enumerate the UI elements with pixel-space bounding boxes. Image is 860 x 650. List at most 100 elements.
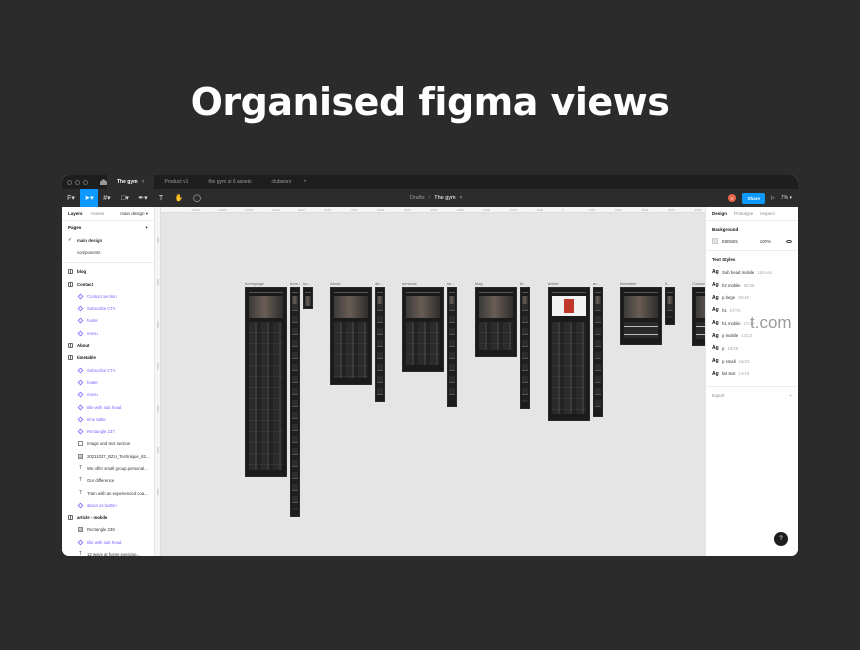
window-controls[interactable] (67, 179, 88, 185)
artboard-frame[interactable] (692, 287, 705, 346)
frame-label[interactable]: ab... (375, 281, 387, 286)
page-selector[interactable]: main design ▾ (120, 211, 148, 217)
tab-inspect[interactable]: Inspect (760, 211, 775, 216)
breadcrumb-file[interactable]: The gym (434, 195, 455, 201)
artboard-frame[interactable] (593, 287, 603, 417)
layer-item[interactable]: blog (62, 266, 154, 278)
layer-item[interactable]: footer (62, 376, 154, 388)
artboard-frame[interactable] (447, 287, 457, 407)
text-style-item[interactable]: Ag p 16/28 (706, 342, 798, 355)
text-style-item[interactable]: Ag p small 16/23 (706, 355, 798, 368)
frame-tool-icon[interactable]: #▾ (98, 189, 116, 207)
layer-item[interactable]: timetable (62, 352, 154, 364)
add-export-icon[interactable]: + (789, 393, 792, 398)
layer-item[interactable]: T 12 ways at home exercise... (62, 548, 154, 556)
layer-item[interactable]: Rectangle 237 (62, 425, 154, 437)
artboard-frame[interactable] (330, 287, 372, 385)
layer-item[interactable]: footer (62, 315, 154, 327)
frame-label[interactable]: ar... (593, 281, 605, 286)
layer-item[interactable]: Subscribe CTA (62, 302, 154, 314)
tab-prototype[interactable]: Prototype (734, 211, 753, 216)
breadcrumb-drafts[interactable]: Drafts (410, 195, 425, 201)
background-swatch[interactable] (712, 238, 718, 244)
artboard-frame[interactable] (665, 287, 675, 325)
frame-label[interactable]: homepage (245, 281, 289, 286)
help-button[interactable]: ? (774, 532, 788, 546)
frame-label[interactable]: ho... (303, 281, 315, 286)
canvas[interactable]: -13500 -12000 -11000 -10000 -9000 -8000 -7500-… (155, 207, 705, 556)
artboard-frame[interactable] (520, 287, 530, 409)
layer-item[interactable]: T We offer small group personal... (62, 462, 154, 474)
layer-item[interactable]: 20211027_BZU_Technique_82... (62, 450, 154, 462)
frame-label[interactable]: Contact (692, 281, 705, 286)
artboard-frame[interactable] (375, 287, 385, 402)
pen-tool-icon[interactable]: ✒▾ (134, 189, 152, 207)
move-tool-icon[interactable]: ➤▾ (80, 189, 98, 207)
frame-label[interactable]: se... (447, 281, 459, 286)
frame-label[interactable]: bl... (520, 281, 532, 286)
frame-label[interactable]: hom... (290, 281, 302, 286)
layer-item[interactable]: About (62, 339, 154, 351)
text-style-item[interactable]: Ag h2 mobile 60/38 (706, 279, 798, 292)
layer-item[interactable]: menu (62, 389, 154, 401)
background-row[interactable]: E5E5E5 100% (706, 236, 798, 251)
tab-layers[interactable]: Layers (68, 211, 83, 216)
background-opacity[interactable]: 100% (760, 239, 771, 244)
tab-design[interactable]: Design (712, 211, 727, 216)
page-item[interactable]: components (62, 246, 154, 258)
share-button[interactable]: Share (742, 192, 765, 204)
export-section[interactable]: Export + (706, 386, 798, 404)
layer-item[interactable]: title with sub head (62, 536, 154, 548)
tab-the-gym[interactable]: The gym × (107, 175, 155, 189)
tab-product-v1[interactable]: Product v1 (154, 175, 198, 189)
tab-gym-ui-assets[interactable]: the gym ui 6 assets (198, 175, 261, 189)
main-menu-icon[interactable]: F▾ (62, 189, 80, 207)
frame-label[interactable]: ti... (665, 281, 677, 286)
tab-assets[interactable]: Assets (91, 211, 105, 216)
layer-item[interactable]: Contact (62, 278, 154, 290)
frame-label[interactable]: article (548, 281, 592, 286)
comment-tool-icon[interactable]: ◯ (188, 189, 206, 207)
frame-label[interactable]: About (330, 281, 374, 286)
hand-tool-icon[interactable]: ✋ (170, 189, 188, 207)
layer-item[interactable]: menu (62, 327, 154, 339)
layer-item[interactable]: T Our difference (62, 475, 154, 487)
artboard-frame[interactable] (245, 287, 287, 477)
present-icon[interactable]: ▷ (771, 195, 775, 201)
tab-clubworx[interactable]: clubworx (261, 175, 301, 189)
layer-item[interactable]: Contact section (62, 290, 154, 302)
frame-label[interactable]: services (402, 281, 446, 286)
new-tab-icon[interactable]: + (303, 179, 307, 185)
avatar[interactable]: E (728, 194, 737, 202)
page-item[interactable]: ✓ main design (62, 234, 154, 246)
layer-item[interactable]: title with sub head (62, 401, 154, 413)
frame-label[interactable]: blog (475, 281, 519, 286)
layer-item[interactable]: Rectangle 238 (62, 524, 154, 536)
shape-tool-icon[interactable]: □▾ (116, 189, 134, 207)
home-icon[interactable] (100, 179, 107, 185)
text-style-item[interactable]: Ag list text 14/18 (706, 368, 798, 381)
layer-item[interactable]: about us button (62, 499, 154, 511)
artboard-frame[interactable] (290, 287, 300, 517)
zoom-level[interactable]: 7% ▾ (781, 195, 792, 201)
background-hex[interactable]: E5E5E5 (722, 239, 738, 244)
close-icon[interactable]: × (142, 179, 145, 185)
text-style-item[interactable]: Ag Sub head mobile 16/Auto (706, 266, 798, 279)
text-style-item[interactable]: Ag p large 36/48 (706, 291, 798, 304)
text-style-spec: 16/23 (738, 358, 750, 364)
artboard-frame[interactable] (303, 287, 313, 309)
eye-icon[interactable] (786, 239, 792, 243)
artboard-frame[interactable] (402, 287, 444, 372)
layer-item[interactable]: T Train with an experienced coa... (62, 487, 154, 499)
artboard-frame[interactable] (620, 287, 662, 345)
chevron-down-icon[interactable]: ▾ (460, 195, 463, 201)
artboard-frame[interactable] (475, 287, 517, 357)
layer-item[interactable]: Image and text section (62, 438, 154, 450)
layer-item[interactable]: article - mobile (62, 512, 154, 524)
layer-item[interactable]: Subscribe CTA (62, 364, 154, 376)
text-tool-icon[interactable]: T (152, 189, 170, 207)
frame-label[interactable]: timetable (620, 281, 664, 286)
artboard-frame[interactable] (548, 287, 590, 421)
add-page-icon[interactable]: + (145, 225, 148, 230)
layer-item[interactable]: time table (62, 413, 154, 425)
